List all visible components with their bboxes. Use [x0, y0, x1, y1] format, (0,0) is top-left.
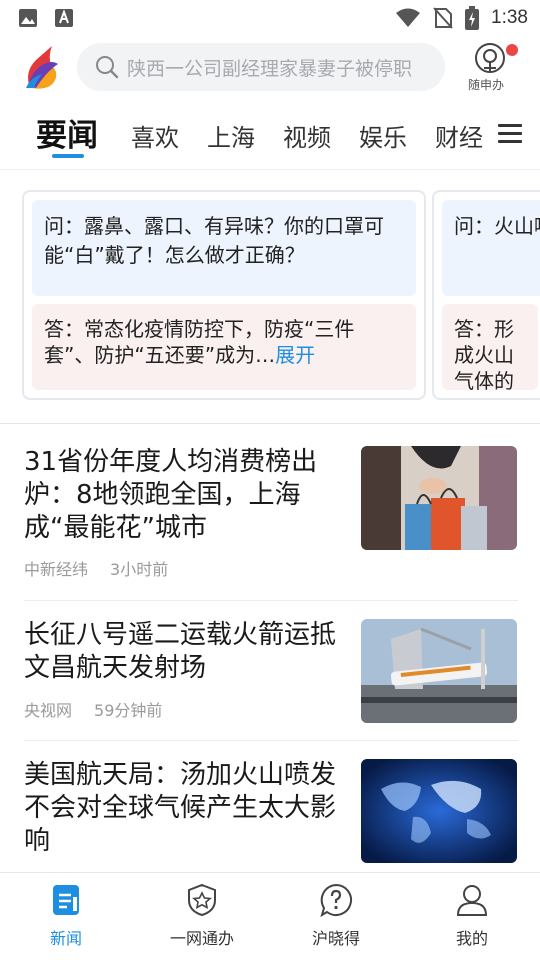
search-icon: [96, 56, 119, 79]
news-meta: 中新经纬 3小时前: [24, 556, 168, 580]
clock: 1:38: [491, 7, 528, 28]
news-item[interactable]: 31省份年度人均消费榜出炉：8地领跑全国，上海成“最能花”城市 中新经纬 3小时…: [24, 446, 518, 586]
status-bar: 1:38: [0, 0, 540, 36]
no-sim-icon: [433, 7, 453, 29]
nav-profile-label: 我的: [455, 929, 488, 948]
nav-news[interactable]: 新闻: [16, 883, 116, 959]
news-meta: 央视网 59分钟前: [24, 697, 162, 721]
nav-government-services[interactable]: 一网通办: [152, 883, 252, 959]
search-placeholder: 陕西一公司副经理家暴妻子被停职: [127, 57, 413, 80]
qa-card[interactable]: 问：露鼻、露口、有异味？你的口罩可能“白”戴了！怎么做才正确？ 答：常态化疫情防…: [22, 190, 426, 400]
wifi-icon: [396, 8, 421, 27]
service-button[interactable]: 随申办: [462, 40, 522, 96]
channel-tabs: 要闻 喜欢 上海 视频 娱乐 财经: [0, 104, 540, 170]
tab-shanghai[interactable]: 上海: [207, 118, 255, 153]
tab-video[interactable]: 视频: [283, 118, 331, 153]
news-title: 31省份年度人均消费榜出炉：8地领跑全国，上海成“最能花”城市: [24, 447, 318, 543]
qa-answer: 答：常态化疫情防控下，防疫“三件套”、防护“五还要”成为…展开: [32, 304, 416, 390]
news-time: 59分钟前: [94, 701, 163, 720]
qa-card[interactable]: 问：火山喷 答：形成火山气体的熔: [432, 190, 540, 400]
nav-government-services-label: 一网通办: [169, 929, 234, 948]
qa-answer: 答：形成火山气体的熔: [442, 304, 538, 390]
expand-link[interactable]: 展开: [275, 343, 315, 367]
news-item[interactable]: 美国航天局：汤加火山喷发不会对全球气候产生太大影响 新华网 1小时前: [24, 759, 518, 890]
qa-question: 问：火山喷: [442, 200, 540, 296]
menu-icon[interactable]: [498, 124, 522, 144]
service-emblem-icon: [475, 43, 505, 73]
shield-star-icon: [188, 883, 216, 917]
news-item[interactable]: 长征八号遥二运载火箭运抵文昌航天发射场 央视网 59分钟前: [24, 619, 518, 729]
news-title: 美国航天局：汤加火山喷发不会对全球气候产生太大影响: [24, 760, 337, 856]
user-icon: [456, 885, 488, 916]
nav-news-label: 新闻: [49, 929, 82, 948]
battery-charging-icon: [465, 6, 480, 30]
rocket-transport-photo: [361, 619, 517, 723]
image-icon: [19, 9, 37, 27]
news-source: 中新经纬: [24, 560, 89, 579]
nav-hu-xiaode[interactable]: 沪晓得: [286, 883, 386, 959]
top-header: 陕西一公司副经理家暴妻子被停职 随申办: [0, 40, 540, 96]
news-time: 3小时前: [110, 560, 169, 579]
qa-carousel[interactable]: 问：露鼻、露口、有异味？你的口罩可能“白”戴了！怎么做才正确？ 答：常态化疫情防…: [0, 172, 540, 424]
news-title: 长征八号遥二运载火箭运抵文昌航天发射场: [24, 620, 337, 683]
tab-headlines[interactable]: 要闻: [36, 110, 98, 155]
search-bar[interactable]: 陕西一公司副经理家暴妻子被停职: [77, 43, 445, 91]
app-logo[interactable]: [22, 42, 64, 90]
news-source: 央视网: [24, 701, 73, 720]
service-label: 随申办: [468, 78, 505, 92]
divider: [24, 600, 518, 601]
tab-favorites[interactable]: 喜欢: [131, 118, 179, 153]
shopping-bags-photo: [361, 446, 517, 550]
bottom-navigation: 新闻 一网通办 沪晓得 我的: [0, 872, 540, 960]
tab-entertainment[interactable]: 娱乐: [359, 118, 407, 153]
nav-hu-xiaode-label: 沪晓得: [311, 929, 360, 948]
qa-question: 问：露鼻、露口、有异味？你的口罩可能“白”戴了！怎么做才正确？: [32, 200, 416, 296]
active-tab-indicator: [52, 154, 84, 158]
question-bubble-icon: [320, 883, 352, 917]
news-icon: [53, 885, 79, 915]
text-a-icon: [55, 9, 73, 27]
divider: [24, 740, 518, 741]
nav-profile[interactable]: 我的: [422, 883, 522, 959]
digital-world-map-photo: [361, 759, 517, 863]
notification-dot: [506, 44, 518, 56]
tab-finance[interactable]: 财经: [435, 118, 483, 153]
